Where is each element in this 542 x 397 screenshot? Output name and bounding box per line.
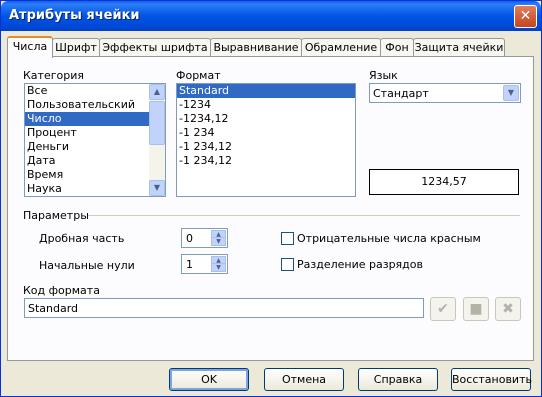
list-item[interactable]: -1234 [177, 98, 355, 112]
preview-value: 1234,57 [421, 175, 467, 188]
list-item[interactable]: Standard [177, 84, 355, 98]
title-bar[interactable]: Атрибуты ячейки ✕ [1, 1, 541, 31]
format-label: Формат [176, 69, 221, 82]
numbers-panel: Категория Все Пользовательский Число Про… [7, 56, 534, 361]
language-select[interactable]: Стандарт ▼ [369, 83, 521, 103]
list-item[interactable]: Деньги [25, 140, 165, 154]
decimals-stepper[interactable]: 0 ▲ ▼ [181, 228, 228, 248]
spin-down-icon[interactable]: ▼ [211, 263, 226, 272]
chevron-down-icon[interactable]: ▼ [503, 85, 519, 101]
category-listbox[interactable]: Все Пользовательский Число Процент Деньг… [24, 83, 166, 197]
format-code-value: Standard [28, 302, 79, 315]
list-item[interactable]: -1234,12 [177, 112, 355, 126]
format-listbox[interactable]: Standard -1234 -1234,12 -1 234 -1 234,12… [176, 83, 356, 197]
list-item[interactable]: -1 234 [177, 126, 355, 140]
tab-background[interactable]: Фон [380, 38, 414, 56]
window-title: Атрибуты ячейки [9, 8, 140, 23]
negative-red-label: Отрицательные числа красным [297, 232, 481, 245]
delete-icon[interactable]: ✖ [495, 297, 521, 321]
decimals-label: Дробная часть [39, 232, 125, 245]
tab-borders[interactable]: Обрамление [301, 38, 381, 56]
language-value: Стандарт [373, 87, 429, 100]
negative-red-checkbox[interactable] [281, 232, 294, 245]
list-item[interactable]: Наука [25, 182, 165, 196]
language-label: Язык [369, 69, 398, 82]
list-item[interactable]: -1 234,12 [177, 154, 355, 168]
category-scrollbar[interactable]: ▲ ▼ [149, 84, 165, 196]
list-item[interactable]: Процент [25, 126, 165, 140]
decimals-value: 0 [186, 232, 193, 245]
close-icon: ✕ [519, 8, 532, 24]
leading-zeros-stepper[interactable]: 1 ▲ ▼ [181, 254, 228, 274]
format-preview: 1234,57 [369, 169, 519, 195]
tab-font[interactable]: Шрифт [52, 38, 100, 56]
options-separator [88, 215, 520, 216]
list-item[interactable]: Число [25, 112, 165, 126]
scroll-down-icon[interactable]: ▼ [149, 180, 165, 196]
help-button[interactable]: Справка [358, 368, 438, 391]
dialog-body: Числа Шрифт Эффекты шрифта Выравнивание … [4, 31, 538, 393]
tab-numbers[interactable]: Числа [7, 36, 53, 58]
list-item[interactable]: Пользовательский [25, 98, 165, 112]
tab-cell-protection[interactable]: Защита ячейки [413, 38, 505, 56]
comment-icon[interactable]: ■ [463, 297, 489, 321]
list-item[interactable]: Время [25, 168, 165, 182]
thousands-separator-checkbox[interactable] [281, 258, 294, 271]
leading-zeros-label: Начальные нули [39, 259, 135, 272]
reset-button[interactable]: Восстановить [451, 368, 532, 391]
ok-button[interactable]: OK [169, 368, 249, 391]
list-item[interactable]: Дата [25, 154, 165, 168]
tab-font-effects[interactable]: Эффекты шрифта [99, 38, 211, 56]
list-item[interactable]: Все [25, 84, 165, 98]
close-button[interactable]: ✕ [514, 5, 537, 28]
cancel-button[interactable]: Отмена [264, 368, 344, 391]
category-label: Категория [23, 69, 84, 82]
thousands-separator-label: Разделение разрядов [297, 258, 423, 271]
format-code-input[interactable]: Standard [24, 298, 424, 318]
cell-attributes-dialog: Атрибуты ячейки ✕ Числа Шрифт Эффекты шр… [0, 0, 542, 397]
list-item[interactable]: -1 234,12 [177, 140, 355, 154]
scroll-thumb[interactable] [149, 101, 165, 145]
leading-zeros-value: 1 [186, 258, 193, 271]
check-icon[interactable]: ✔ [430, 297, 456, 321]
options-heading: Параметры [23, 209, 89, 222]
scroll-up-icon[interactable]: ▲ [149, 84, 165, 100]
tab-alignment[interactable]: Выравнивание [210, 38, 302, 56]
format-code-label: Код формата [23, 284, 100, 297]
spin-down-icon[interactable]: ▼ [211, 237, 226, 246]
